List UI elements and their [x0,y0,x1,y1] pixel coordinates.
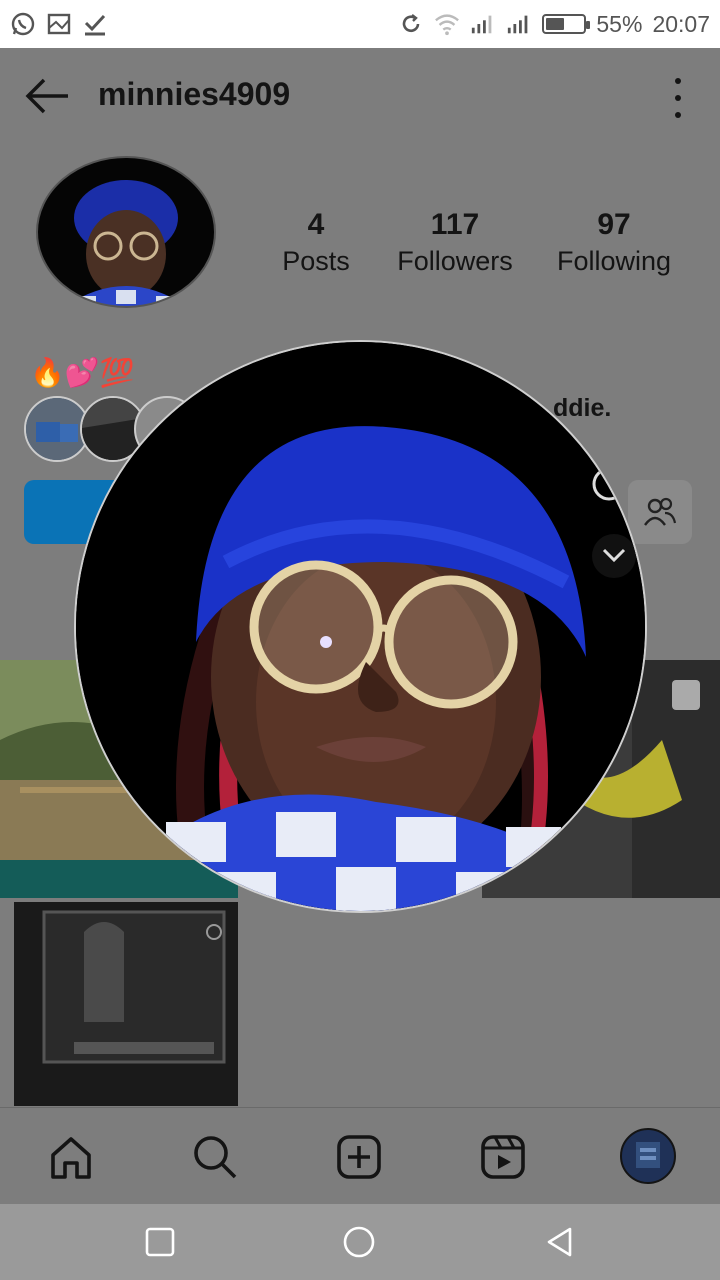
home-circle-icon[interactable] [343,1226,375,1258]
back-arrow-icon[interactable] [22,76,72,116]
more-options-icon[interactable] [668,78,688,118]
wifi-icon [434,11,460,37]
posts-label: Posts [282,246,350,276]
check-icon [82,11,108,37]
followers-label: Followers [397,246,513,276]
bio-text: ddie. [553,394,612,422]
recents-icon[interactable] [144,1226,176,1258]
profile-username: minnies4909 [98,76,291,112]
grid-post[interactable] [14,902,238,1106]
bottom-navigation [0,1107,720,1204]
clock: 20:07 [652,10,710,37]
following-label: Following [556,246,672,276]
search-icon[interactable] [190,1132,240,1182]
enlarged-profile-picture[interactable] [74,340,647,913]
signal-icon [470,11,496,37]
reels-icon[interactable] [478,1132,528,1182]
screenshot-icon [46,11,72,37]
profile-avatar-small[interactable] [36,156,216,308]
battery-icon [542,14,591,34]
signal-icon [506,11,532,37]
stat-following[interactable]: 97 Following [550,208,678,277]
create-icon[interactable] [334,1132,384,1182]
posts-count: 4 [307,208,325,241]
status-bar: 55% 20:07 [0,0,720,48]
back-triangle-icon[interactable] [544,1226,576,1258]
profile-header: minnies4909 [0,48,720,148]
stat-posts[interactable]: 4 Posts [276,208,356,277]
followers-count: 117 [430,208,480,241]
battery-percent: 55% [596,10,643,37]
bio-emojis: 🔥💕💯 [30,357,135,388]
profile-avatar[interactable] [620,1128,676,1184]
system-navigation-bar [0,1204,720,1280]
sync-icon [398,11,424,37]
whatsapp-icon [10,11,36,37]
following-count: 97 [597,208,631,241]
suggested-people-icon[interactable] [628,480,692,544]
stat-followers[interactable]: 117 Followers [390,208,520,277]
home-icon[interactable] [46,1132,96,1182]
